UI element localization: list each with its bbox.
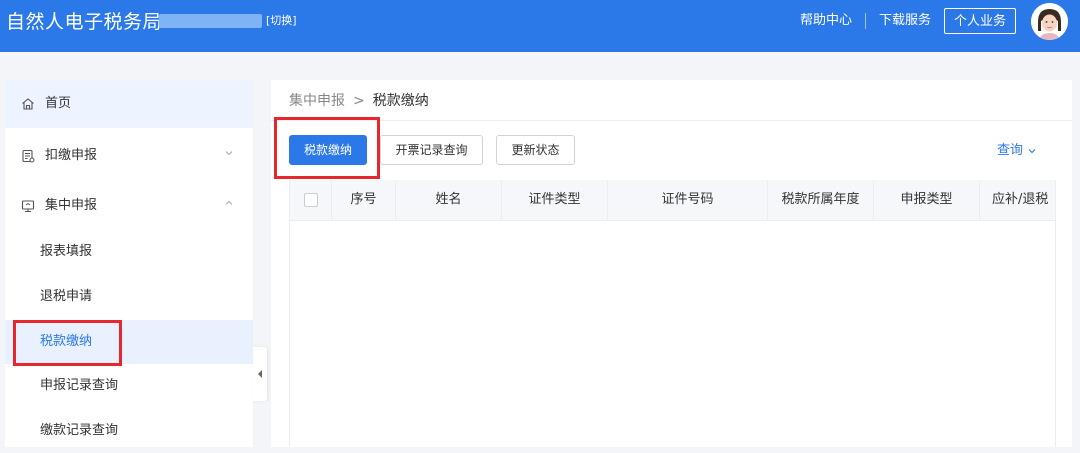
sidebar-item-label: 扣缴申报 [45,148,98,163]
sidebar-subitem-report-fill[interactable]: 报表填报 [5,230,253,274]
highlight-box-toolbar [274,117,380,179]
help-center-link[interactable]: 帮助中心 [800,12,852,30]
avatar[interactable] [1031,3,1068,40]
download-service-link[interactable]: 下载服务 [879,12,931,30]
breadcrumb-current: 税款缴纳 [372,93,429,109]
column-header-index: 序号 [332,180,396,220]
sidebar-subitem-declaration-records[interactable]: 申报记录查询 [5,364,253,408]
column-header-declaration-type: 申报类型 [874,180,980,220]
column-header-tax-year: 税款所属年度 [768,180,874,220]
masked-username [159,14,262,28]
sidebar-subitem-payment-records[interactable]: 缴款记录查询 [5,409,253,453]
main-panel: 集中申报 > 税款缴纳 税款缴纳 开票记录查询 更新状态 查询 序号 姓名 证件类型… [271,80,1072,447]
sidebar-item-label: 首页 [45,96,72,111]
sidebar-item-withholding[interactable]: 扣缴申报 [5,132,253,180]
update-status-button[interactable]: 更新状态 [496,135,575,165]
column-select-all [290,180,332,220]
sidebar-item-label: 集中申报 [45,198,98,213]
sidebar-subitem-label: 申报记录查询 [40,378,119,393]
top-bar: 自然人电子税务局 [切换] 帮助中心 下载服务 个人业务 [0,0,1080,52]
breadcrumb: 集中申报 > 税款缴纳 [289,91,429,111]
switch-link[interactable]: [切换] [266,13,297,29]
chevron-up-icon [225,200,233,205]
home-icon [22,98,34,110]
user-avatar-icon [1031,3,1068,40]
invoice-record-query-button[interactable]: 开票记录查询 [380,135,483,165]
sidebar-subitem-label: 退税申请 [40,289,93,304]
column-header-name: 姓名 [396,180,502,220]
highlight-box-sidebar [13,320,122,366]
query-toggle[interactable]: 查询 [997,142,1037,160]
header-divider [271,120,1072,121]
document-icon [22,149,35,163]
monitor-icon [21,200,35,213]
app-title: 自然人电子税务局 [6,11,163,33]
sidebar-item-home[interactable]: 首页 [5,80,253,128]
sidebar-collapse-handle[interactable] [253,347,267,401]
sidebar-subitem-label: 报表填报 [40,244,93,259]
column-header-id-type: 证件类型 [502,180,608,220]
caret-left-icon [258,370,262,378]
sidebar-subitem-refund[interactable]: 退税申请 [5,275,253,319]
breadcrumb-separator: > [353,93,365,109]
query-label: 查询 [997,143,1024,158]
personal-business-button[interactable]: 个人业务 [944,8,1016,34]
column-header-id-number: 证件号码 [608,180,768,220]
chevron-down-icon [1028,148,1036,153]
data-table: 序号 姓名 证件类型 证件号码 税款所属年度 申报类型 应补/退税 [289,180,1056,447]
sidebar-item-centralized[interactable]: 集中申报 [5,182,253,230]
chevron-down-icon [225,151,233,156]
sidebar: 首页 扣缴申报 集中申报 报表填报 退税申请 税款缴纳 申报记录查询 缴款记录查… [5,80,253,447]
select-all-checkbox[interactable] [304,193,318,207]
sidebar-subitem-label: 缴款记录查询 [40,423,119,438]
table-header: 序号 姓名 证件类型 证件号码 税款所属年度 申报类型 应补/退税 [290,180,1055,221]
header-divider [865,13,866,29]
breadcrumb-parent[interactable]: 集中申报 [289,93,345,109]
column-header-tax-due: 应补/退税 [992,192,1049,207]
